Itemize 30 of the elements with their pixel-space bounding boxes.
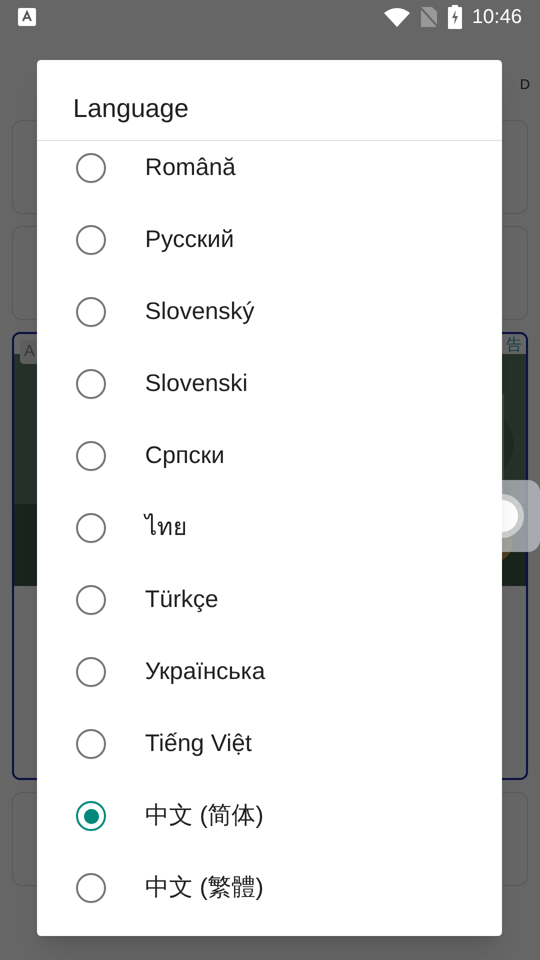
radio-button[interactable] <box>76 873 106 903</box>
language-option[interactable]: 中文 (繁體) <box>37 852 502 924</box>
language-option[interactable]: Tiếng Việt <box>37 708 502 780</box>
language-option[interactable]: Українська <box>37 636 502 708</box>
no-sim-icon <box>420 6 438 28</box>
language-option[interactable]: Slovenský <box>37 276 502 348</box>
language-option[interactable]: Türkçe <box>37 564 502 636</box>
radio-button[interactable] <box>76 657 106 687</box>
radio-button[interactable] <box>76 225 106 255</box>
language-option[interactable]: 中文 (简体) <box>37 780 502 852</box>
notification-icon <box>18 8 36 26</box>
language-option[interactable]: ไทย <box>37 492 502 564</box>
clock: 10:46 <box>472 5 522 30</box>
language-option[interactable]: Русский <box>37 204 502 276</box>
radio-button[interactable] <box>76 369 106 399</box>
radio-button[interactable] <box>76 297 106 327</box>
radio-button[interactable] <box>76 513 106 543</box>
radio-button[interactable] <box>76 585 106 615</box>
language-option[interactable]: Slovenski <box>37 348 502 420</box>
radio-button[interactable] <box>76 729 106 759</box>
ad-label: 告 <box>506 336 522 356</box>
header-label: D <box>520 75 530 94</box>
language-option[interactable]: Српски <box>37 420 502 492</box>
radio-button[interactable] <box>76 153 106 183</box>
language-option[interactable]: Română <box>37 141 502 204</box>
wifi-icon <box>384 7 410 27</box>
battery-icon <box>448 5 462 29</box>
radio-button[interactable] <box>76 801 106 831</box>
dialog-title: Language <box>73 92 189 124</box>
radio-button[interactable] <box>76 441 106 471</box>
